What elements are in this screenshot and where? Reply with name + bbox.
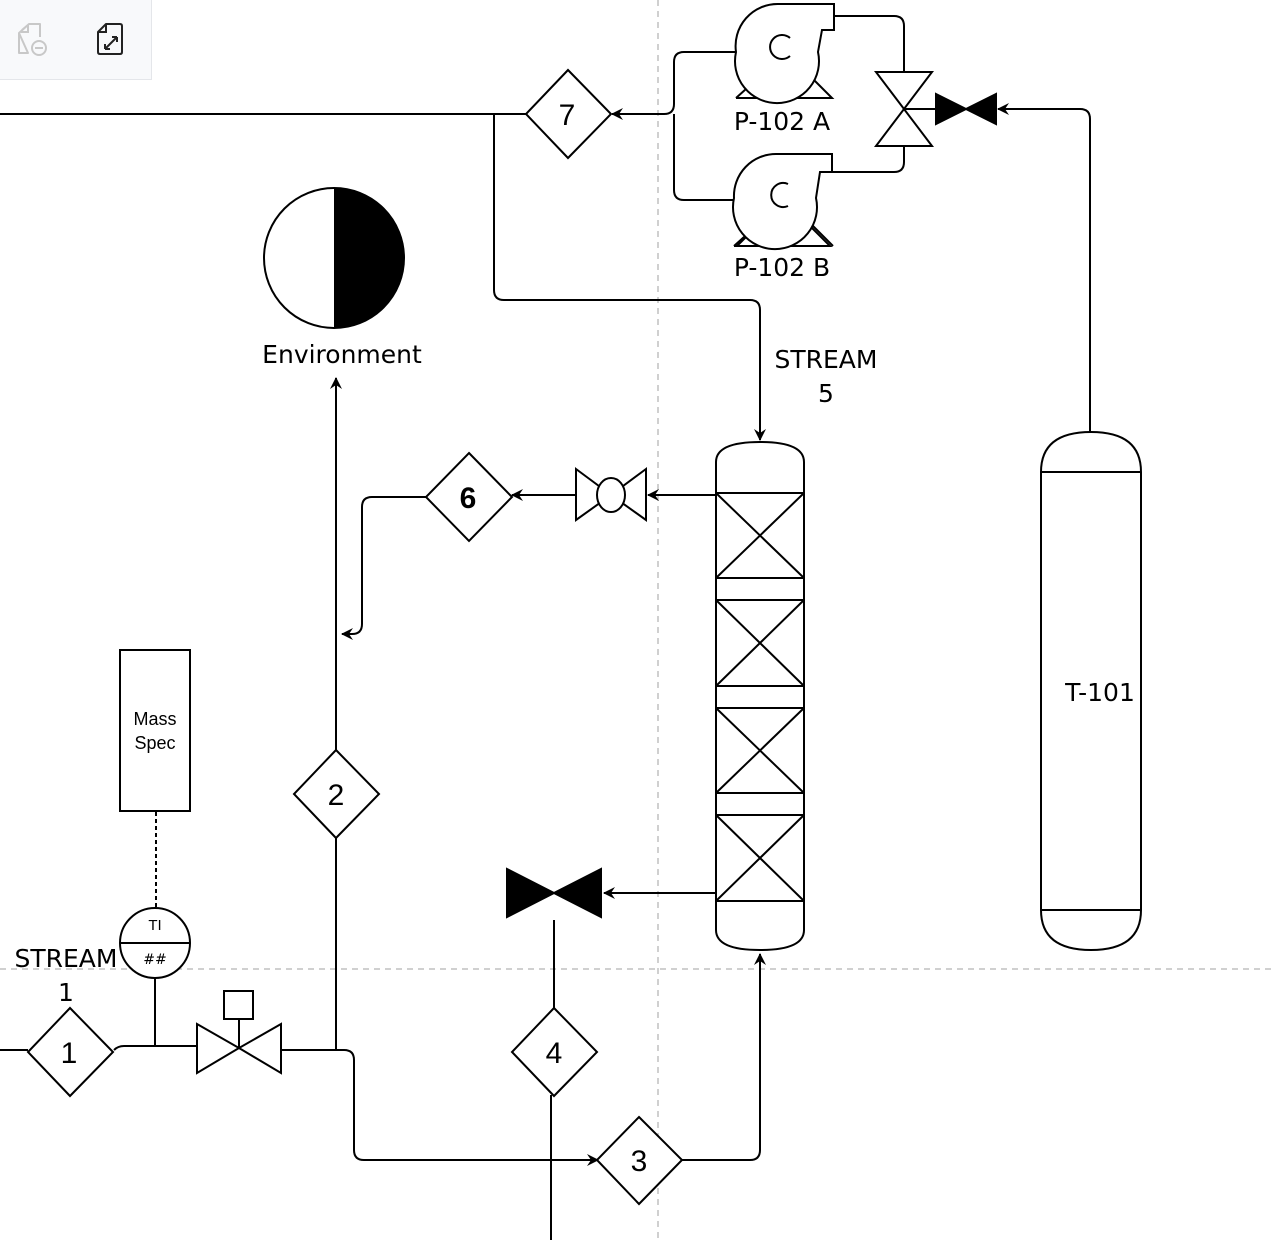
mass-spec-box[interactable] xyxy=(119,649,191,812)
gate-valve-closed-top[interactable] xyxy=(935,92,997,126)
pump-a-label: P-102 A xyxy=(734,107,830,136)
pipe-tank-outlet[interactable] xyxy=(997,103,1091,432)
pump-b-label: P-102 B xyxy=(734,253,830,282)
fit-page-button[interactable] xyxy=(90,20,130,60)
stream-marker-7-label: 7 xyxy=(559,99,576,132)
pipe-6-to-2[interactable] xyxy=(341,496,428,640)
environment-symbol[interactable] xyxy=(263,187,405,329)
pipe-1-to-valve[interactable] xyxy=(113,1045,198,1051)
instrument-tag: TI xyxy=(148,917,161,934)
pipe-3-to-column[interactable] xyxy=(682,953,766,1161)
stream5-label-line2: 5 xyxy=(818,379,834,408)
page-expand-icon xyxy=(97,23,123,55)
diagram-canvas[interactable]: P-102 A P-102 B Environment STREAM 5 T-1… xyxy=(0,0,1274,1240)
stream-marker-2-label: 2 xyxy=(328,779,345,812)
stream1-label-line2: 1 xyxy=(58,978,74,1007)
tank-label: T-101 xyxy=(1064,678,1135,707)
stream-marker-1-label: 1 xyxy=(61,1037,78,1070)
page-minus-icon xyxy=(18,23,47,56)
pipe-pump-b-discharge[interactable] xyxy=(832,146,905,173)
gate-valve-closed-bottom[interactable] xyxy=(506,867,602,919)
control-valve[interactable] xyxy=(196,990,282,1075)
stream1-label-line1: STREAM xyxy=(15,944,118,973)
packed-column[interactable] xyxy=(715,440,805,952)
mass-spec-label-line2: Spec xyxy=(134,733,175,753)
environment-label: Environment xyxy=(262,340,422,369)
remove-page-button[interactable] xyxy=(12,20,52,60)
pipe-pump-a-discharge[interactable] xyxy=(834,15,905,72)
pipe-stream5[interactable] xyxy=(493,114,766,441)
page-toolbar xyxy=(0,0,152,80)
pipe-pump-b-suction[interactable] xyxy=(673,113,734,201)
stream-marker-6-label: 6 xyxy=(460,482,477,515)
instrument-number: ## xyxy=(143,952,166,968)
pump-b[interactable] xyxy=(732,152,833,251)
stream-marker-3-label: 3 xyxy=(631,1145,648,1178)
stream-marker-4-label: 4 xyxy=(546,1037,563,1070)
pipe-pump-header[interactable] xyxy=(611,51,736,120)
globe-valve[interactable] xyxy=(575,467,647,522)
mass-spec-label-line1: Mass xyxy=(133,709,176,729)
stream5-label-line1: STREAM xyxy=(775,345,878,374)
